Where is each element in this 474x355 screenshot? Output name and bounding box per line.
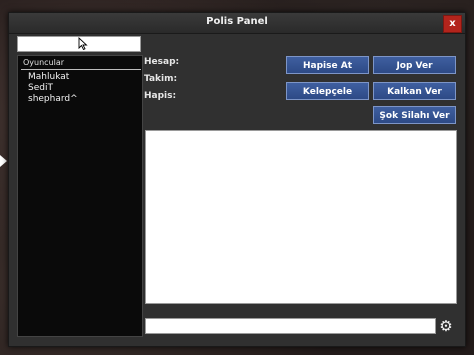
- gear-icon[interactable]: ⚙: [438, 318, 454, 334]
- arrow-right-icon[interactable]: [0, 155, 7, 167]
- hapis-label: Hapis:: [144, 91, 177, 101]
- player-list[interactable]: Oyuncular Mahlukat SediT shephard^: [17, 55, 143, 337]
- close-button[interactable]: x: [443, 15, 462, 33]
- output-panel: [145, 130, 457, 304]
- kalkan-ver-button[interactable]: Kalkan Ver: [373, 82, 456, 100]
- title-bar[interactable]: Polis Panel x: [9, 13, 465, 34]
- takim-label: Takim:: [144, 74, 178, 84]
- hapise-at-button[interactable]: Hapise At: [286, 56, 369, 74]
- hesap-label: Hesap:: [144, 57, 180, 67]
- window-title: Polis Panel: [206, 16, 268, 27]
- mouse-pointer-icon: [78, 37, 88, 50]
- player-list-item[interactable]: shephard^: [28, 94, 78, 104]
- polis-panel-window: Polis Panel x Oyuncular Mahlukat SediT s…: [8, 12, 466, 347]
- player-search-input[interactable]: [17, 36, 141, 52]
- player-list-header: Oyuncular: [21, 58, 141, 70]
- sok-silahi-ver-button[interactable]: Şok Silahı Ver: [373, 106, 456, 124]
- chat-input[interactable]: [145, 318, 436, 334]
- kelepcele-button[interactable]: Kelepçele: [286, 82, 369, 100]
- player-list-item[interactable]: SediT: [28, 83, 53, 93]
- player-list-item[interactable]: Mahlukat: [28, 72, 69, 82]
- jop-ver-button[interactable]: Jop Ver: [373, 56, 456, 74]
